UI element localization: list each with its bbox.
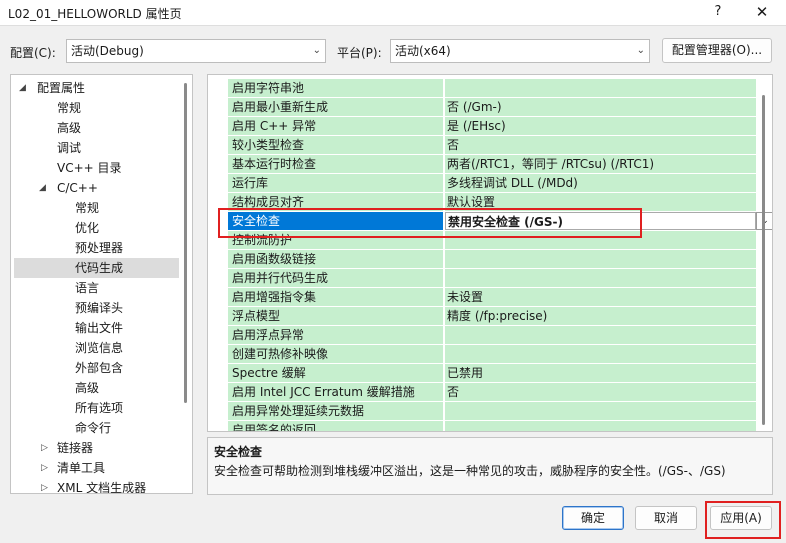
tree-item-config-properties[interactable]: 配置属性 [37,78,85,98]
property-name: 启用异常处理延续元数据 [228,402,444,420]
property-row[interactable]: 启用最小重新生成 否 (/Gm-) [228,98,756,117]
chevron-down-icon: ⌄ [636,45,645,56]
property-tree[interactable]: ◢ 配置属性 常规 高级 调试 VC++ 目录 ◢ C/C++ 常规 优化 预处… [10,74,193,494]
property-name: 启用 C++ 异常 [228,117,444,135]
property-value[interactable] [445,326,756,344]
property-value[interactable]: 精度 (/fp:precise) [445,307,756,325]
property-value[interactable] [445,421,756,431]
cancel-button[interactable]: 取消 [635,506,697,530]
property-value[interactable]: 是 (/EHsc) [445,117,756,135]
property-row[interactable]: 启用增强指令集 未设置 [228,288,756,307]
platform-select[interactable]: 活动(x64) ⌄ [390,39,650,63]
property-value[interactable] [445,269,756,287]
property-value[interactable]: 否 [445,136,756,154]
property-value[interactable] [445,345,756,363]
window-title: L02_01_HELLOWORLD 属性页 [8,7,182,21]
apply-highlight-annotation-box [705,501,781,539]
tree-item-all-options[interactable]: 所有选项 [75,398,123,418]
config-label: 配置(C): [10,46,56,60]
property-row[interactable]: 启用函数级链接 [228,250,756,269]
expanded-icon[interactable]: ◢ [39,178,46,198]
property-row[interactable]: Spectre 缓解 已禁用 [228,364,756,383]
property-name: 运行库 [228,174,444,192]
property-row[interactable]: 启用 Intel JCC Erratum 缓解措施 否 [228,383,756,402]
property-value[interactable]: 否 (/Gm-) [445,98,756,116]
help-button[interactable]: ? [708,2,728,22]
property-row[interactable]: 启用并行代码生成 [228,269,756,288]
tree-item-preprocessor[interactable]: 预处理器 [75,238,123,258]
tree-item-cpp[interactable]: C/C++ [57,178,98,198]
description-panel: 安全检查 安全检查可帮助检测到堆栈缓冲区溢出，这是一种常见的攻击，威胁程序的安全… [207,437,773,495]
close-button[interactable]: ✕ [752,2,772,22]
tree-item-xml-doc-generator[interactable]: XML 文档生成器 [57,478,146,493]
property-row[interactable]: 启用签名的返回 [228,421,756,431]
tree-item-language[interactable]: 语言 [75,278,99,298]
tree-item-general[interactable]: 常规 [57,98,81,118]
property-name: 较小类型检查 [228,136,444,154]
property-name: 启用浮点异常 [228,326,444,344]
property-name: 启用并行代码生成 [228,269,444,287]
property-grid[interactable]: 启用字符串池 启用最小重新生成 否 (/Gm-) 启用 C++ 异常 是 (/E… [207,74,773,432]
tree-item-output-files[interactable]: 输出文件 [75,318,123,338]
tree-item-optimization[interactable]: 优化 [75,218,99,238]
description-title: 安全检查 [214,445,263,459]
property-name: 启用函数级链接 [228,250,444,268]
property-value[interactable] [445,250,756,268]
expanded-icon[interactable]: ◢ [19,78,26,98]
collapsed-icon[interactable]: ▷ [41,478,48,493]
property-value[interactable]: 未设置 [445,288,756,306]
tree-item-vc-directories[interactable]: VC++ 目录 [57,158,122,178]
tree-item-cpp-general[interactable]: 常规 [75,198,99,218]
property-row[interactable]: 启用浮点异常 [228,326,756,345]
tree-item-advanced[interactable]: 高级 [57,118,81,138]
collapsed-icon[interactable]: ▷ [41,458,48,478]
chevron-down-icon: ⌄ [312,45,321,56]
property-name: 启用签名的返回 [228,421,444,431]
property-value[interactable] [445,402,756,420]
ok-button[interactable]: 确定 [562,506,624,530]
property-row[interactable]: 启用字符串池 [228,79,756,98]
property-row[interactable]: 启用异常处理延续元数据 [228,402,756,421]
property-row[interactable]: 较小类型检查 否 [228,136,756,155]
property-row[interactable]: 运行库 多线程调试 DLL (/MDd) [228,174,756,193]
tree-scrollbar[interactable] [184,83,187,403]
tree-item-external-includes[interactable]: 外部包含 [75,358,123,378]
tree-item-cpp-advanced[interactable]: 高级 [75,378,99,398]
tree-item-command-line[interactable]: 命令行 [75,418,111,438]
property-name: 创建可热修补映像 [228,345,444,363]
grid-scrollbar[interactable] [762,95,765,425]
tree-item-debugging[interactable]: 调试 [57,138,81,158]
tree-item-manifest-tool[interactable]: 清单工具 [57,458,105,478]
platform-value: 活动(x64) [395,44,451,58]
property-name: Spectre 缓解 [228,364,444,382]
property-name: 浮点模型 [228,307,444,325]
property-name: 启用字符串池 [228,79,444,97]
tree-item-browse-info[interactable]: 浏览信息 [75,338,123,358]
grid-left-margin [208,75,226,431]
property-row[interactable]: 创建可热修补映像 [228,345,756,364]
tree-item-precompiled-headers[interactable]: 预编译头 [75,298,123,318]
highlight-annotation-box [218,208,642,238]
property-value[interactable]: 否 [445,383,756,401]
property-value[interactable] [445,79,756,97]
tree-item-linker[interactable]: 链接器 [57,438,93,458]
config-select[interactable]: 活动(Debug) ⌄ [66,39,326,63]
config-manager-button[interactable]: 配置管理器(O)... [662,38,772,63]
property-name: 基本运行时检查 [228,155,444,173]
collapsed-icon[interactable]: ▷ [41,438,48,458]
property-row[interactable]: 浮点模型 精度 (/fp:precise) [228,307,756,326]
property-name: 启用 Intel JCC Erratum 缓解措施 [228,383,444,401]
description-text: 安全检查可帮助检测到堆栈缓冲区溢出，这是一种常见的攻击，威胁程序的安全性。(/G… [214,464,726,478]
config-value: 活动(Debug) [71,44,144,58]
property-value[interactable]: 两者(/RTC1，等同于 /RTCsu) (/RTC1) [445,155,756,173]
property-name: 启用增强指令集 [228,288,444,306]
tree-item-code-generation[interactable]: 代码生成 [75,258,123,278]
property-value[interactable]: 多线程调试 DLL (/MDd) [445,174,756,192]
platform-label: 平台(P): [337,46,382,60]
property-name: 启用最小重新生成 [228,98,444,116]
property-value[interactable]: 已禁用 [445,364,756,382]
title-bar: L02_01_HELLOWORLD 属性页 ? ✕ [0,0,786,26]
property-row[interactable]: 启用 C++ 异常 是 (/EHsc) [228,117,756,136]
property-row[interactable]: 基本运行时检查 两者(/RTC1，等同于 /RTCsu) (/RTC1) [228,155,756,174]
